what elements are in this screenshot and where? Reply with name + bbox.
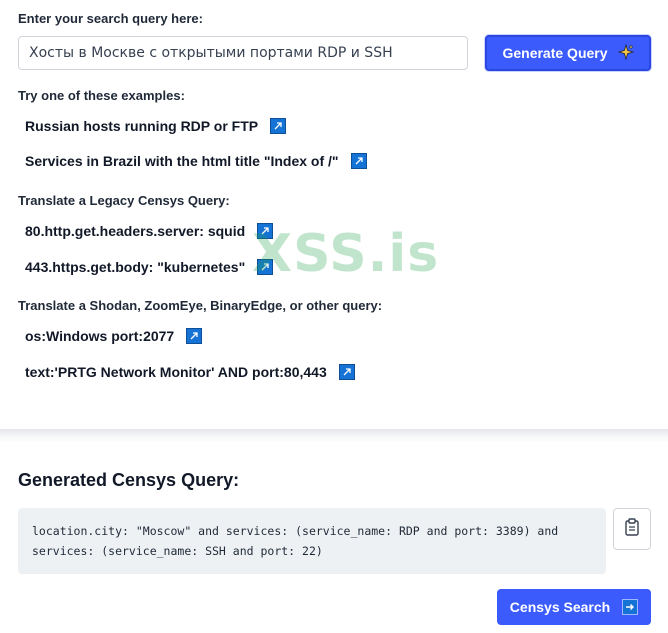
external-link-icon xyxy=(186,328,203,344)
censys-search-button[interactable]: Censys Search xyxy=(497,589,651,625)
generated-query-line: location.city: "Moscow" and services: (s… xyxy=(32,524,559,538)
other-link-windows-port[interactable]: os:Windows port:2077 xyxy=(25,328,203,344)
example-label: 80.http.get.headers.server: squid xyxy=(25,223,246,239)
copy-button[interactable] xyxy=(613,508,651,550)
generated-query-line: services: (service_name: SSH and port: 2… xyxy=(32,544,323,558)
generated-query-code: location.city: "Moscow" and services: (s… xyxy=(18,508,606,574)
other-link-prtg[interactable]: text:'PRTG Network Monitor' AND port:80,… xyxy=(25,364,355,380)
example-label: os:Windows port:2077 xyxy=(25,328,175,344)
section-divider xyxy=(0,429,668,443)
example-link-brazil-index[interactable]: Services in Brazil with the html title "… xyxy=(25,153,367,169)
external-link-icon xyxy=(338,364,355,380)
search-label: Enter your search query here: xyxy=(18,11,203,26)
generate-query-button[interactable]: Generate Query xyxy=(485,35,651,71)
censys-search-label: Censys Search xyxy=(509,599,611,615)
generate-query-label: Generate Query xyxy=(502,45,608,61)
result-title: Generated Censys Query: xyxy=(18,470,240,490)
external-link-icon xyxy=(350,153,367,169)
examples-heading: Try one of these examples: xyxy=(18,88,185,103)
arrow-right-icon xyxy=(622,599,639,615)
other-heading: Translate a Shodan, ZoomEye, BinaryEdge,… xyxy=(18,298,383,313)
watermark: XSS.is xyxy=(252,224,440,284)
example-label: text:'PRTG Network Monitor' AND port:80,… xyxy=(25,364,327,380)
legacy-link-kubernetes[interactable]: 443.https.get.body: "kubernetes" xyxy=(25,259,274,275)
example-label: Russian hosts running RDP or FTP xyxy=(25,118,259,134)
example-label: Services in Brazil with the html title "… xyxy=(25,153,339,169)
sparkle-icon xyxy=(617,43,634,63)
external-link-icon xyxy=(270,118,287,134)
example-label: 443.https.get.body: "kubernetes" xyxy=(25,259,246,275)
search-input[interactable]: Хосты в Москве с открытыми портами RDP и… xyxy=(18,36,468,70)
legacy-heading: Translate a Legacy Censys Query: xyxy=(18,193,230,208)
clipboard-icon xyxy=(624,517,640,541)
legacy-link-squid[interactable]: 80.http.get.headers.server: squid xyxy=(25,223,274,239)
example-link-russian-hosts[interactable]: Russian hosts running RDP or FTP xyxy=(25,118,287,134)
search-input-value: Хосты в Москве с открытыми портами RDP и… xyxy=(29,45,393,61)
